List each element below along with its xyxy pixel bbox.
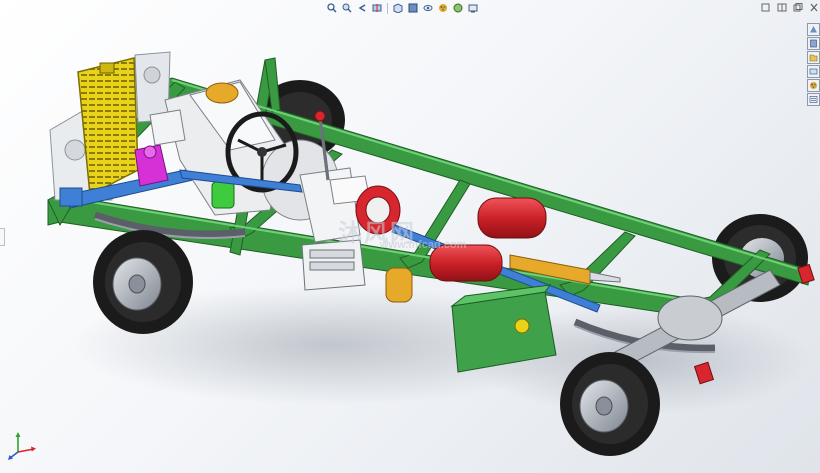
- edit-appearance-icon[interactable]: [437, 2, 449, 14]
- close-icon[interactable]: [808, 2, 820, 13]
- appearances-icon[interactable]: [807, 79, 820, 92]
- maximize-icon[interactable]: [792, 2, 804, 13]
- custom-properties-icon[interactable]: [807, 93, 820, 106]
- display-style-icon[interactable]: [407, 2, 419, 14]
- design-library-icon[interactable]: [807, 37, 820, 50]
- air-tank-upper[interactable]: [477, 197, 547, 239]
- toolbar-separator: [387, 2, 388, 14]
- rear-near-wheel[interactable]: [560, 352, 660, 456]
- fuel-filter[interactable]: [385, 267, 413, 303]
- watermark: 沐风网 www.mfcad.com: [338, 213, 466, 251]
- reference-triad: [8, 432, 36, 460]
- watermark-url: www.mfcad.com: [380, 239, 467, 251]
- view-settings-icon[interactable]: [467, 2, 479, 14]
- resources-icon[interactable]: [807, 23, 820, 36]
- triad-y-arrow: [15, 432, 21, 437]
- window-controls: [760, 2, 820, 13]
- apply-scene-icon[interactable]: [452, 2, 464, 14]
- hide-show-items-icon[interactable]: [422, 2, 434, 14]
- feature-manager-collapse-handle[interactable]: [0, 228, 5, 246]
- previous-view-icon[interactable]: [356, 2, 368, 14]
- restore-icon[interactable]: [760, 2, 772, 13]
- front-near-wheel[interactable]: [93, 230, 193, 334]
- task-pane-tabs: [807, 23, 820, 106]
- oil-filter[interactable]: [211, 181, 235, 209]
- steering-box[interactable]: [134, 144, 169, 187]
- section-view-icon[interactable]: [371, 2, 383, 14]
- zoom-to-fit-icon[interactable]: [326, 2, 338, 14]
- file-explorer-icon[interactable]: [807, 51, 820, 64]
- zoom-to-area-icon[interactable]: [341, 2, 353, 14]
- tile-icon[interactable]: [776, 2, 788, 13]
- alternator[interactable]: [205, 82, 239, 104]
- triad-x-arrow: [31, 446, 36, 452]
- view-orientation-icon[interactable]: [392, 2, 404, 14]
- heads-up-view-toolbar: [326, 1, 479, 15]
- view-palette-icon[interactable]: [807, 65, 820, 78]
